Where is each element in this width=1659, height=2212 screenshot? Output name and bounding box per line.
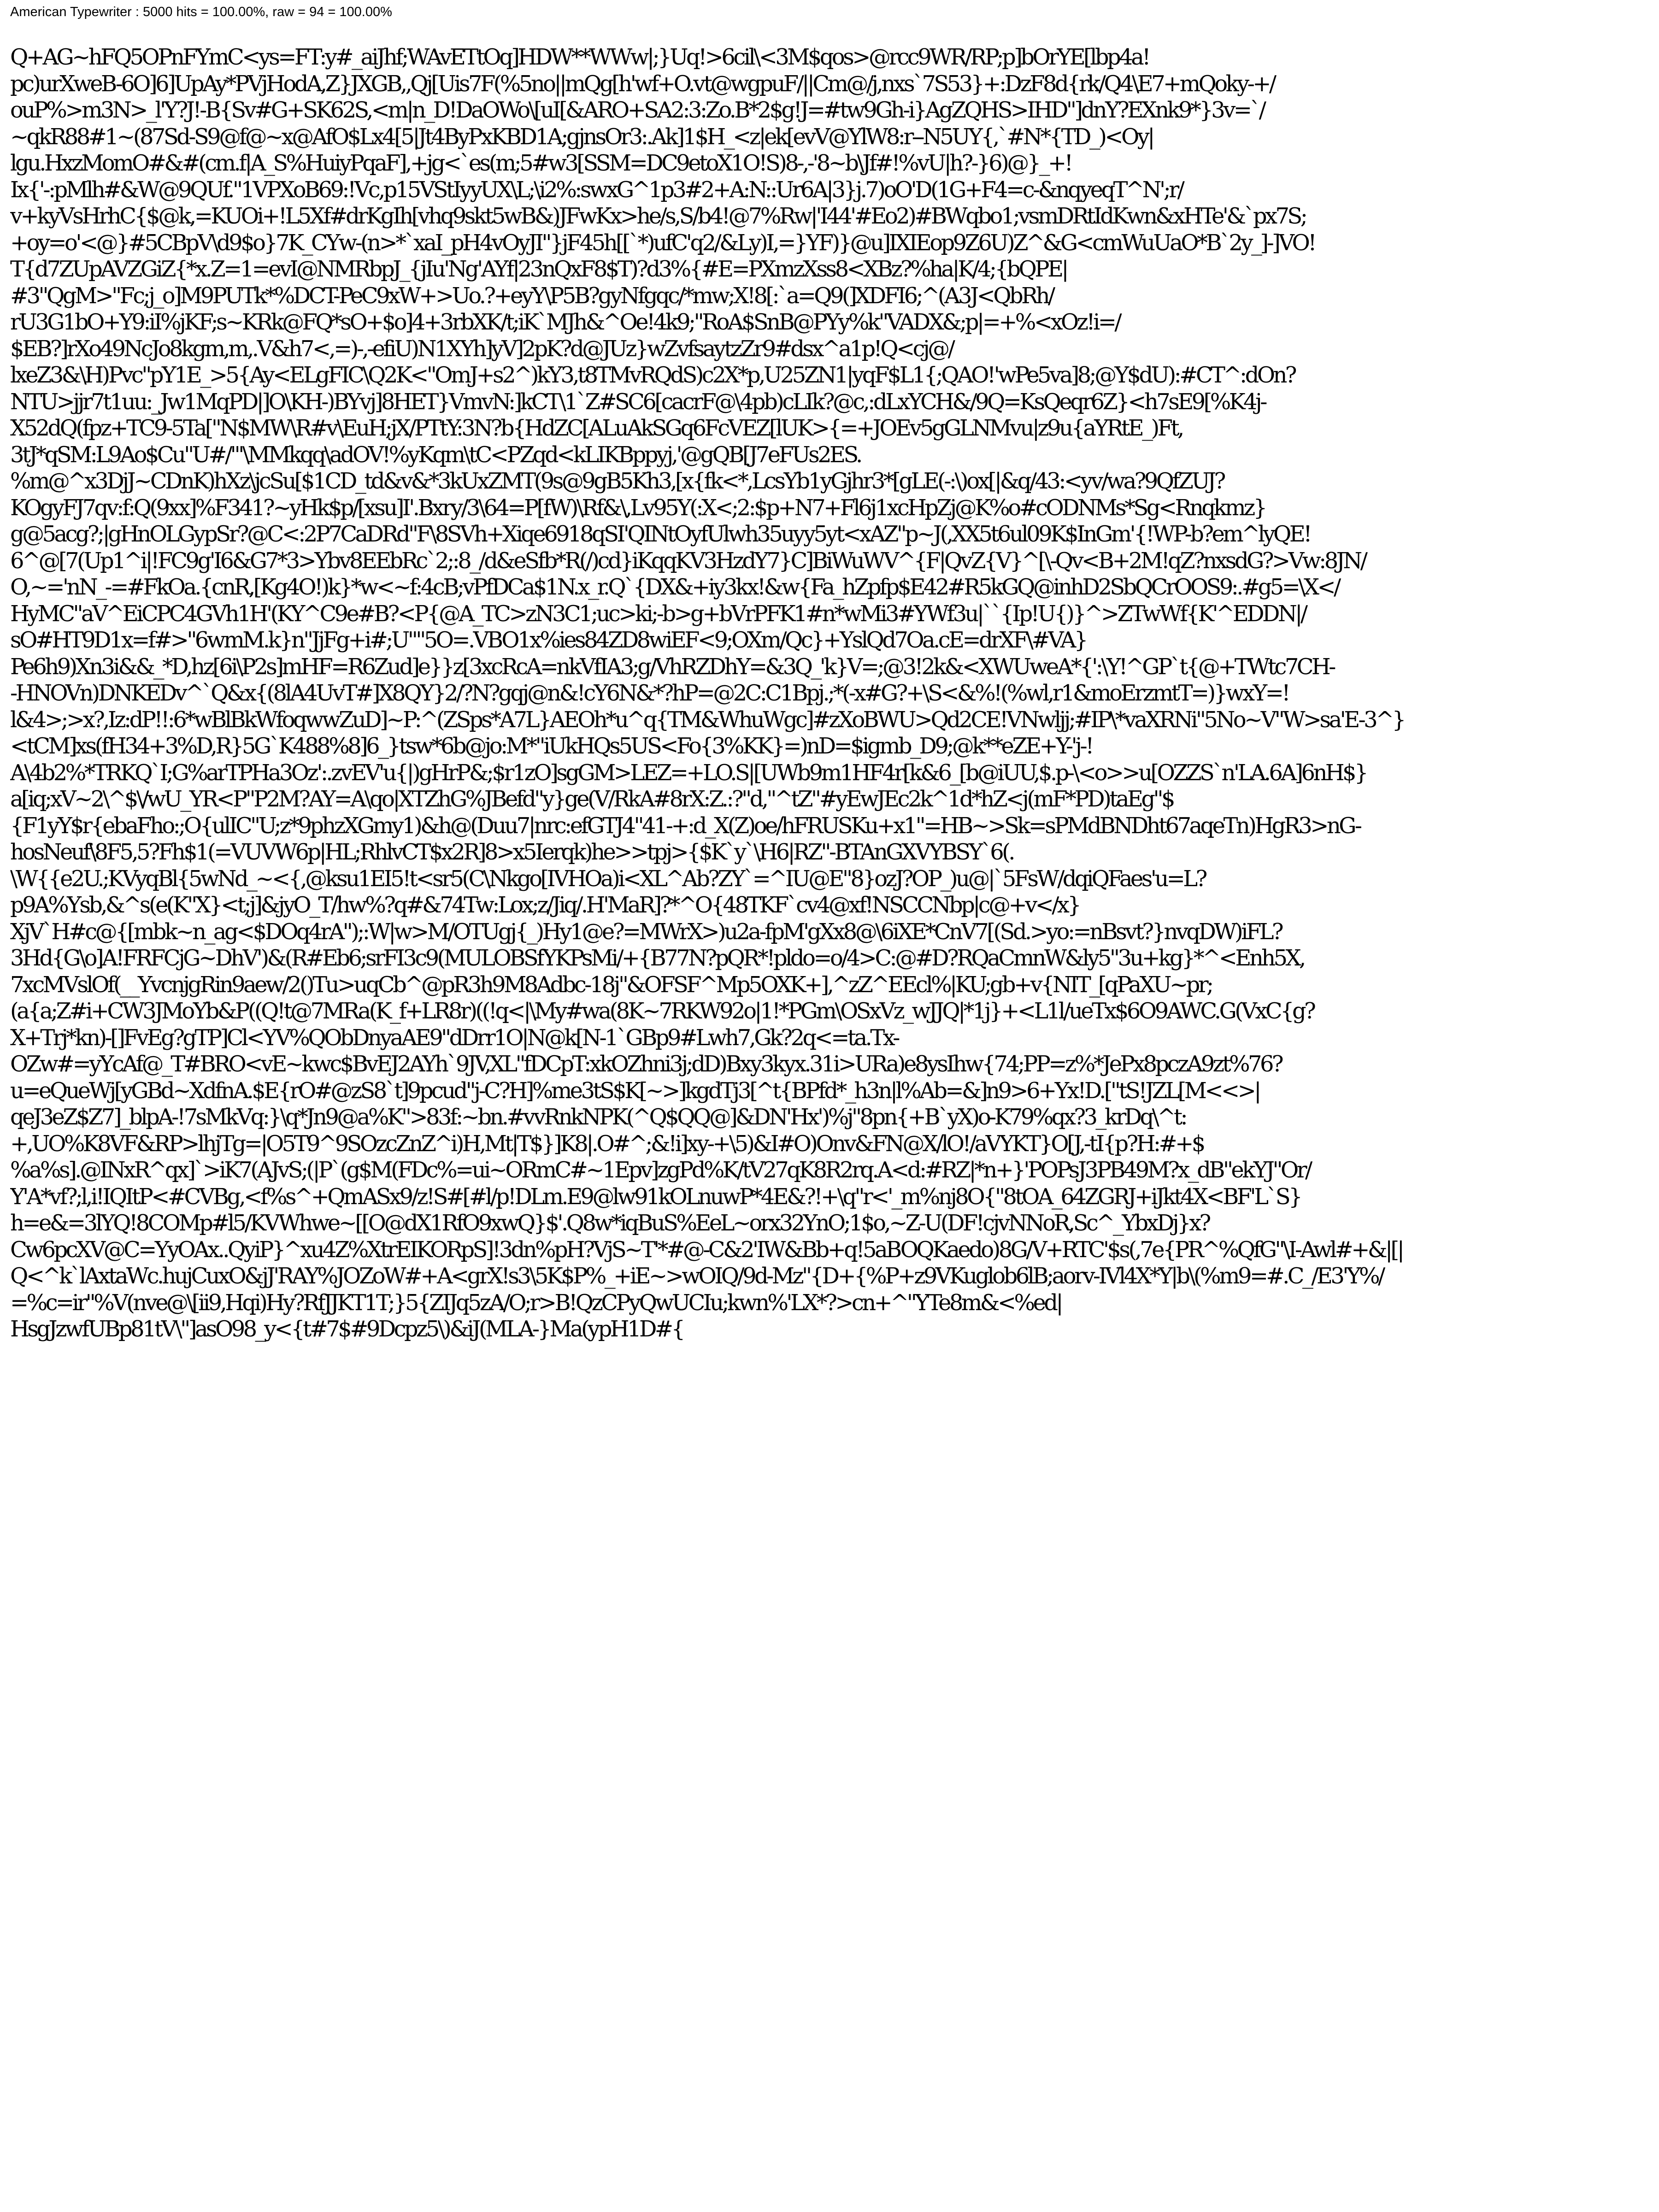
text-line: 3Hd{G\o]A!FRFCjG~DhV')&(R#Eb6;srFI3c9(MU… <box>10 945 1306 971</box>
text-line: p9A%Ysb,&^s(e(K"X}<t;j]&jyO_T/hw%?q#&74T… <box>10 892 1082 918</box>
text-line: v+kyVsHrhC{$@k,=KUOi+!L5Xf#drKgIh[vhq9sk… <box>10 203 1308 229</box>
text-line: (a{a;Z#i+CW3JMoYb&P((Q!t@7MRa(K_f+LR8r)(… <box>10 998 1316 1024</box>
text-line: pc)urXweB-6O]6]UpAy*PVjHodA,Z}JXGB,,Qj[U… <box>10 71 1277 97</box>
text-line: <tCM]xs(fH34+3%D,R}5G`K488%8]6_}tsw*6b@j… <box>10 733 1094 759</box>
text-line: hosNeuf\8F5,5?Fh$1(=VUVW6p|HL;RhlvCT$x2R… <box>10 839 1016 865</box>
text-line: {F1yY$r{ebaFho:;O{ulIC"U;z*9phzXGmy1)&h@… <box>10 812 1362 839</box>
text-line: A\4b2%*TRKQ`I;G%arTPHa3Oz':.zvEV'u{|)gHr… <box>10 759 1369 786</box>
text-line: =%c=ir"%V(nve@\[ii9,Hqi)Hy?RfJJKT1T;}5{Z… <box>10 1289 1064 1316</box>
text-line: #3"QgM>"Fc;j_o]M9PUTk*%DCT-PeC9xW+>Uo.?+… <box>10 282 1055 309</box>
text-line: X+Trj*kn)-[]FvEg?gTP]Cl<YV%QObDnyaAE9"dD… <box>10 1024 900 1051</box>
text-line: Y'A*vf?;l,i!IQItP<#CVBg,<f%s^+QmASx9/z!S… <box>10 1183 1303 1210</box>
text-line: l&4>;>x?,Iz:dP!!:6*wBlBkWfoqwwZuD]~P:^(Z… <box>10 706 1406 733</box>
text-line: Cw6pcXV@C=YyOAx..QyiP}^xu4Z%XtrEIKORpS]!… <box>10 1236 1405 1263</box>
text-line: lxeZ3&\H)Pvc"pY1E_>5{Ay<ELgFIC\Q2K<"OmJ+… <box>10 362 1297 388</box>
text-line: qeJ3eZ$Z7]_blpA-!7sMkVq:}\q*Jn9@a%K">83f… <box>10 1104 1188 1130</box>
text-line: a[iq;xV~2\^$\/wU_YR<P"P2M?AY=A\qo|XTZhG%… <box>10 786 1175 812</box>
text-line: \W{{e2U.;KVyqBl{5wNd_~<{,@ksu1EI5!t<sr5(… <box>10 865 1207 892</box>
text-line: NTU>jjr7t1uu:_Jw1MqPD|]O\KH-)BYvj]8HET}V… <box>10 388 1267 415</box>
text-line: Q<^k`lAxtaWc.hujCuxO&jJ'RAY%JOZoW#+A<grX… <box>10 1263 1385 1289</box>
text-line: sO#HT9D1x=f#>"6wmM.k}n"JjFg+i#;U""5O=.VB… <box>10 627 1088 653</box>
render-stats-header: American Typewriter : 5000 hits = 100.00… <box>10 5 392 19</box>
text-line: lgu.HxzMomO#&#(cm.f|A_S%HuiyPqaF],+jg<`e… <box>10 150 1073 176</box>
text-line: XjV`H#c@{[mbk~n_ag<$DOq4rA");:W|w>M/OTUg… <box>10 918 1284 945</box>
text-line: 7xcMVslOf(__YvcnjgRin9aew/2()Tu>uqCb^@pR… <box>10 971 1214 998</box>
text-line: +,UO%K8VF&RP>lhjTg=|O5T9^9SOzcZnZ^i)H,Mt… <box>10 1130 1206 1157</box>
text-line: %a%s].@INxR^qx]`>iK7(AJvS;(|P`(g$M(FDc%=… <box>10 1157 1312 1183</box>
text-line: u=eQueWj[yGBd~XdfnA.$E{rO#@zS8`t]9pcud"j… <box>10 1077 1261 1104</box>
random-text-block: Q+AG~hFQ5OPnFYmC<ys=FT:y#_aiJhf;WAvETtOq… <box>10 44 1641 1343</box>
text-line: 6^@[7(Up1^i|!FC9g'I6&G7*3>Ybv8EEbRc`2;:8… <box>10 547 1368 574</box>
text-line: 3tJ*qSM:L9Ao$Cu"U#/"'\MMkqq\adOV!%yKqm\t… <box>10 441 863 468</box>
text-line: Q+AG~hFQ5OPnFYmC<ys=FT:y#_aiJhf;WAvETtOq… <box>10 44 1151 70</box>
text-line: Ix{'-:pMlh#&W@9QUf."1VPXoB69:!Vc,p15VStI… <box>10 176 1185 203</box>
text-line: T{d7ZUpAVZGiZ{*x.Z=1=evI@NMRbpJ_{jIu'Ng'… <box>10 256 1069 282</box>
text-line: KOgyFJ7qv:f:Q(9xx]%F341?~yHk$p/[xsu]I'.B… <box>10 494 1267 521</box>
text-line: ~qkR88#1~(87Sd-S9@f@~x@AfO$Lx4[5|Jt4ByPx… <box>10 124 1155 150</box>
text-line: +oy=o'<@}#5CBpV\d9$o}7K_CYw-(n>*`xaI_pH4… <box>10 229 1317 256</box>
text-line: HsgJzwfUBp81tV\"]asO98_y<{t#7$#9Dcpz5\)&… <box>10 1316 685 1342</box>
text-page: American Typewriter : 5000 hits = 100.00… <box>0 0 1659 2212</box>
text-line: h=e&=3lYQ!8COMp#l5/KVWhwe~[[O@dX1RfO9xwQ… <box>10 1210 1211 1236</box>
text-line: HyMC"aV^EiCPC4GVh1H'(KY^C9e#B?<P{@A_TC>z… <box>10 600 1308 627</box>
text-line: rU3G1bO+Y9:iI%jKF;s~KRk@FQ*sO+$o]4+3rbXK… <box>10 309 1122 335</box>
text-line: OZw#=yYcAf@_T#BRO<vE~kwc$BvEJ2AYh`9JV,XL… <box>10 1051 1284 1077</box>
text-line: X52dQ(fpz+TC9-5Ta["N$MW\R#v\EuH;jX/PTtY:… <box>10 415 1184 441</box>
text-line: %m@^x3DjJ~CDnK)hXz\jcSu[$1CD_td&v&*3kUxZ… <box>10 468 1226 494</box>
text-line: Pe6h9)Xn3i&&_*D,hz[6i\P2s]mHF=R6Zud]e}}z… <box>10 653 1336 680</box>
text-line: O,~='nN_-=#FkOa.{cnR,[Kg4O!)k}*w<~f:4cB;… <box>10 574 1341 600</box>
text-line: g@5acg?;|gHnOLGypSr?@C<:2P7CaDRd"F\8SVh+… <box>10 521 1312 547</box>
text-line: -HNOVn)DNKEDv^`Q&x{(8lA4UvT#]X8QY}2/?N?g… <box>10 680 1291 706</box>
text-line: $EB?]rXo49NcJo8kgm,m,.V&h7<,=)-,-efiU)N1… <box>10 335 955 362</box>
text-line: ouP%>m3N>_l'Y?J!-B{Sv#G+SK62S,<m|n_D!DaO… <box>10 97 1266 123</box>
